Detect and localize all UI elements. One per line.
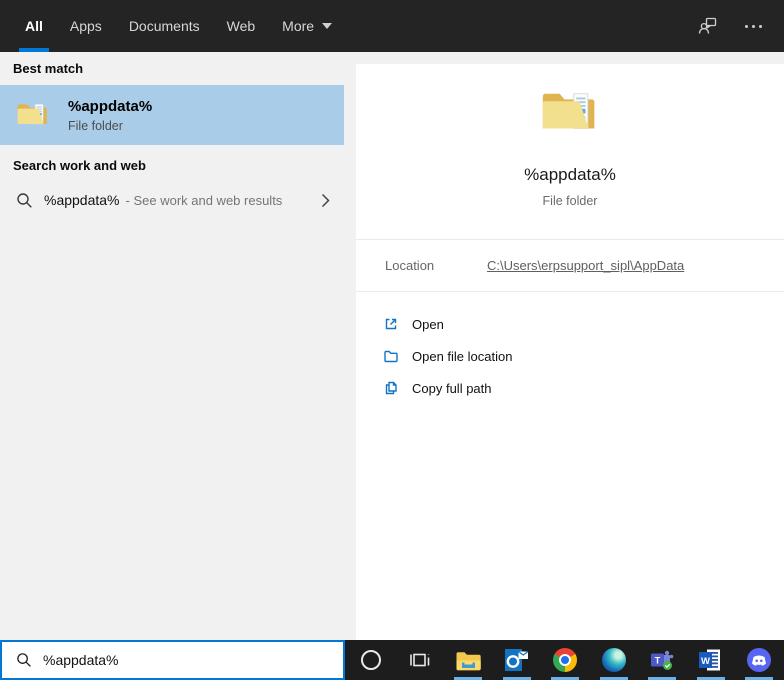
best-match-heading: Best match — [13, 61, 84, 76]
teams-icon[interactable]: T — [638, 640, 687, 680]
search-icon — [17, 653, 31, 667]
best-match-result[interactable]: %appdata% File folder — [0, 85, 344, 145]
bottom-bar: %appdata% T W — [0, 640, 784, 680]
tab-apps[interactable]: Apps — [70, 0, 102, 52]
tab-all[interactable]: All — [19, 0, 49, 52]
tab-web-label: Web — [226, 18, 256, 34]
action-list: Open Open file location Copy full path — [356, 292, 784, 404]
discord-icon[interactable] — [735, 640, 784, 680]
open-file-location-icon — [384, 350, 398, 363]
tab-more[interactable]: More — [282, 0, 333, 52]
location-link[interactable]: C:\Users\erpsupport_sipl\AppData — [487, 258, 684, 273]
task-view-icon[interactable] — [396, 640, 445, 680]
copy-path-icon — [385, 381, 397, 395]
chevron-right-icon — [321, 193, 330, 207]
svg-text:W: W — [701, 656, 710, 667]
svg-text:T: T — [655, 656, 661, 666]
search-header: All Apps Documents Web More — [0, 0, 784, 52]
ellipsis-icon[interactable] — [745, 24, 762, 28]
open-button[interactable]: Open — [383, 308, 784, 340]
preview-area: %appdata% File folder Location C:\Users\… — [344, 52, 784, 640]
file-explorer-icon[interactable] — [444, 640, 493, 680]
chrome-icon[interactable] — [541, 640, 590, 680]
tab-web[interactable]: Web — [227, 0, 256, 52]
open-file-location-button[interactable]: Open file location — [383, 340, 784, 372]
taskbar: T W — [345, 640, 784, 680]
open-icon — [385, 318, 397, 330]
best-match-title: %appdata% — [68, 97, 153, 115]
tab-documents[interactable]: Documents — [129, 0, 200, 52]
feedback-icon[interactable] — [697, 15, 719, 37]
folder-icon — [542, 93, 595, 129]
filter-tabs: All Apps Documents Web More — [0, 0, 359, 52]
cortana-icon[interactable] — [347, 640, 396, 680]
tab-all-label: All — [25, 18, 43, 34]
search-icon — [17, 192, 32, 208]
web-search-suffix: - See work and web results — [125, 192, 283, 208]
search-input[interactable]: %appdata% — [0, 640, 345, 680]
tab-documents-label: Documents — [128, 18, 200, 34]
web-search-query: %appdata% — [44, 192, 120, 208]
copy-full-path-label: Copy full path — [412, 380, 492, 396]
dropdown-arrow-icon — [322, 23, 333, 29]
preview-title: %appdata% — [524, 165, 616, 184]
tab-more-label: More — [282, 18, 315, 34]
search-results-body: Best match %appdata% File folder Search … — [0, 52, 784, 640]
word-icon[interactable]: W — [687, 640, 736, 680]
preview-subtitle: File folder — [542, 194, 598, 208]
location-row: Location C:\Users\erpsupport_sipl\AppDat… — [356, 240, 784, 291]
edge-icon[interactable] — [590, 640, 639, 680]
outlook-icon[interactable] — [493, 640, 542, 680]
search-input-value: %appdata% — [43, 652, 119, 668]
open-label: Open — [412, 316, 444, 332]
open-file-location-label: Open file location — [412, 348, 513, 364]
search-web-heading: Search work and web — [13, 158, 146, 173]
preview-card: %appdata% File folder Location C:\Users\… — [356, 64, 784, 640]
copy-full-path-button[interactable]: Copy full path — [383, 372, 784, 404]
location-label: Location — [385, 258, 435, 273]
web-search-result[interactable]: %appdata% - See work and web results — [0, 182, 344, 218]
tab-apps-label: Apps — [69, 18, 102, 34]
results-panel: Best match %appdata% File folder Search … — [0, 52, 344, 640]
best-match-subtitle: File folder — [68, 118, 123, 133]
folder-icon — [17, 104, 47, 125]
